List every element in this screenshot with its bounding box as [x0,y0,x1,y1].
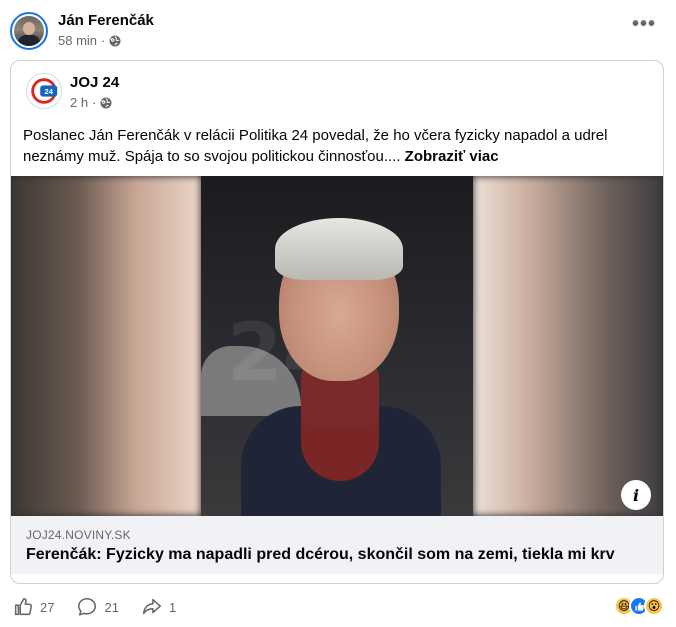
info-button[interactable]: i [621,480,651,510]
post-actions: 27 21 1 [12,596,198,618]
blurred-background-left [11,176,201,516]
video-frame: 24 [201,176,473,516]
post-meta: 58 min · [58,33,121,48]
globe-icon [100,97,112,108]
like-button[interactable]: 27 [12,596,54,618]
share-count: 1 [168,599,177,615]
post-author-name[interactable]: Ján Ferenčák [58,12,154,29]
post-timestamp[interactable]: 58 min [58,33,97,48]
shared-post-body: Poslanec Ján Ferenčák v relácii Politika… [23,127,608,165]
link-domain: JOJ24.NOVINY.SK [26,528,131,542]
shared-author-name[interactable]: JOJ 24 [70,74,119,91]
svg-text:24: 24 [45,87,54,96]
shared-meta: 2 h · [70,95,112,110]
thumbs-up-icon [14,597,32,616]
wow-reaction-icon: 😮 [644,596,664,616]
shared-post-card: 24 JOJ 24 2 h · Poslanec Ján Ferenčák v … [10,60,664,584]
author-avatar[interactable] [10,12,48,50]
like-count: 27 [40,599,55,615]
facebook-post: Ján Ferenčák 58 min · ••• 24 JOJ 24 2 h … [0,0,676,627]
joj24-logo-icon: 24 [31,78,58,104]
see-more-link[interactable]: Zobraziť viac [405,148,499,165]
video-thumbnail[interactable]: 24 i [11,176,663,516]
globe-icon [109,35,121,46]
link-preview[interactable]: JOJ24.NOVINY.SK Ferenčák: Fyzicky ma nap… [11,516,663,574]
joj24-logo[interactable]: 24 [26,73,62,109]
comment-button[interactable]: 21 [76,596,119,618]
share-button[interactable]: 1 [141,596,176,618]
blurred-background-right [473,176,663,516]
more-options-button[interactable]: ••• [632,14,656,34]
comment-icon [78,597,97,616]
link-title[interactable]: Ferenčák: Fyzicky ma napadli pred dcérou… [26,546,615,564]
shared-post-text: Poslanec Ján Ferenčák v relácii Politika… [23,125,643,167]
shared-timestamp[interactable]: 2 h [70,95,88,110]
share-icon [142,598,161,615]
comment-count: 21 [104,599,119,615]
author-photo [14,16,44,46]
reaction-summary[interactable]: 😆 😮 [614,596,664,616]
